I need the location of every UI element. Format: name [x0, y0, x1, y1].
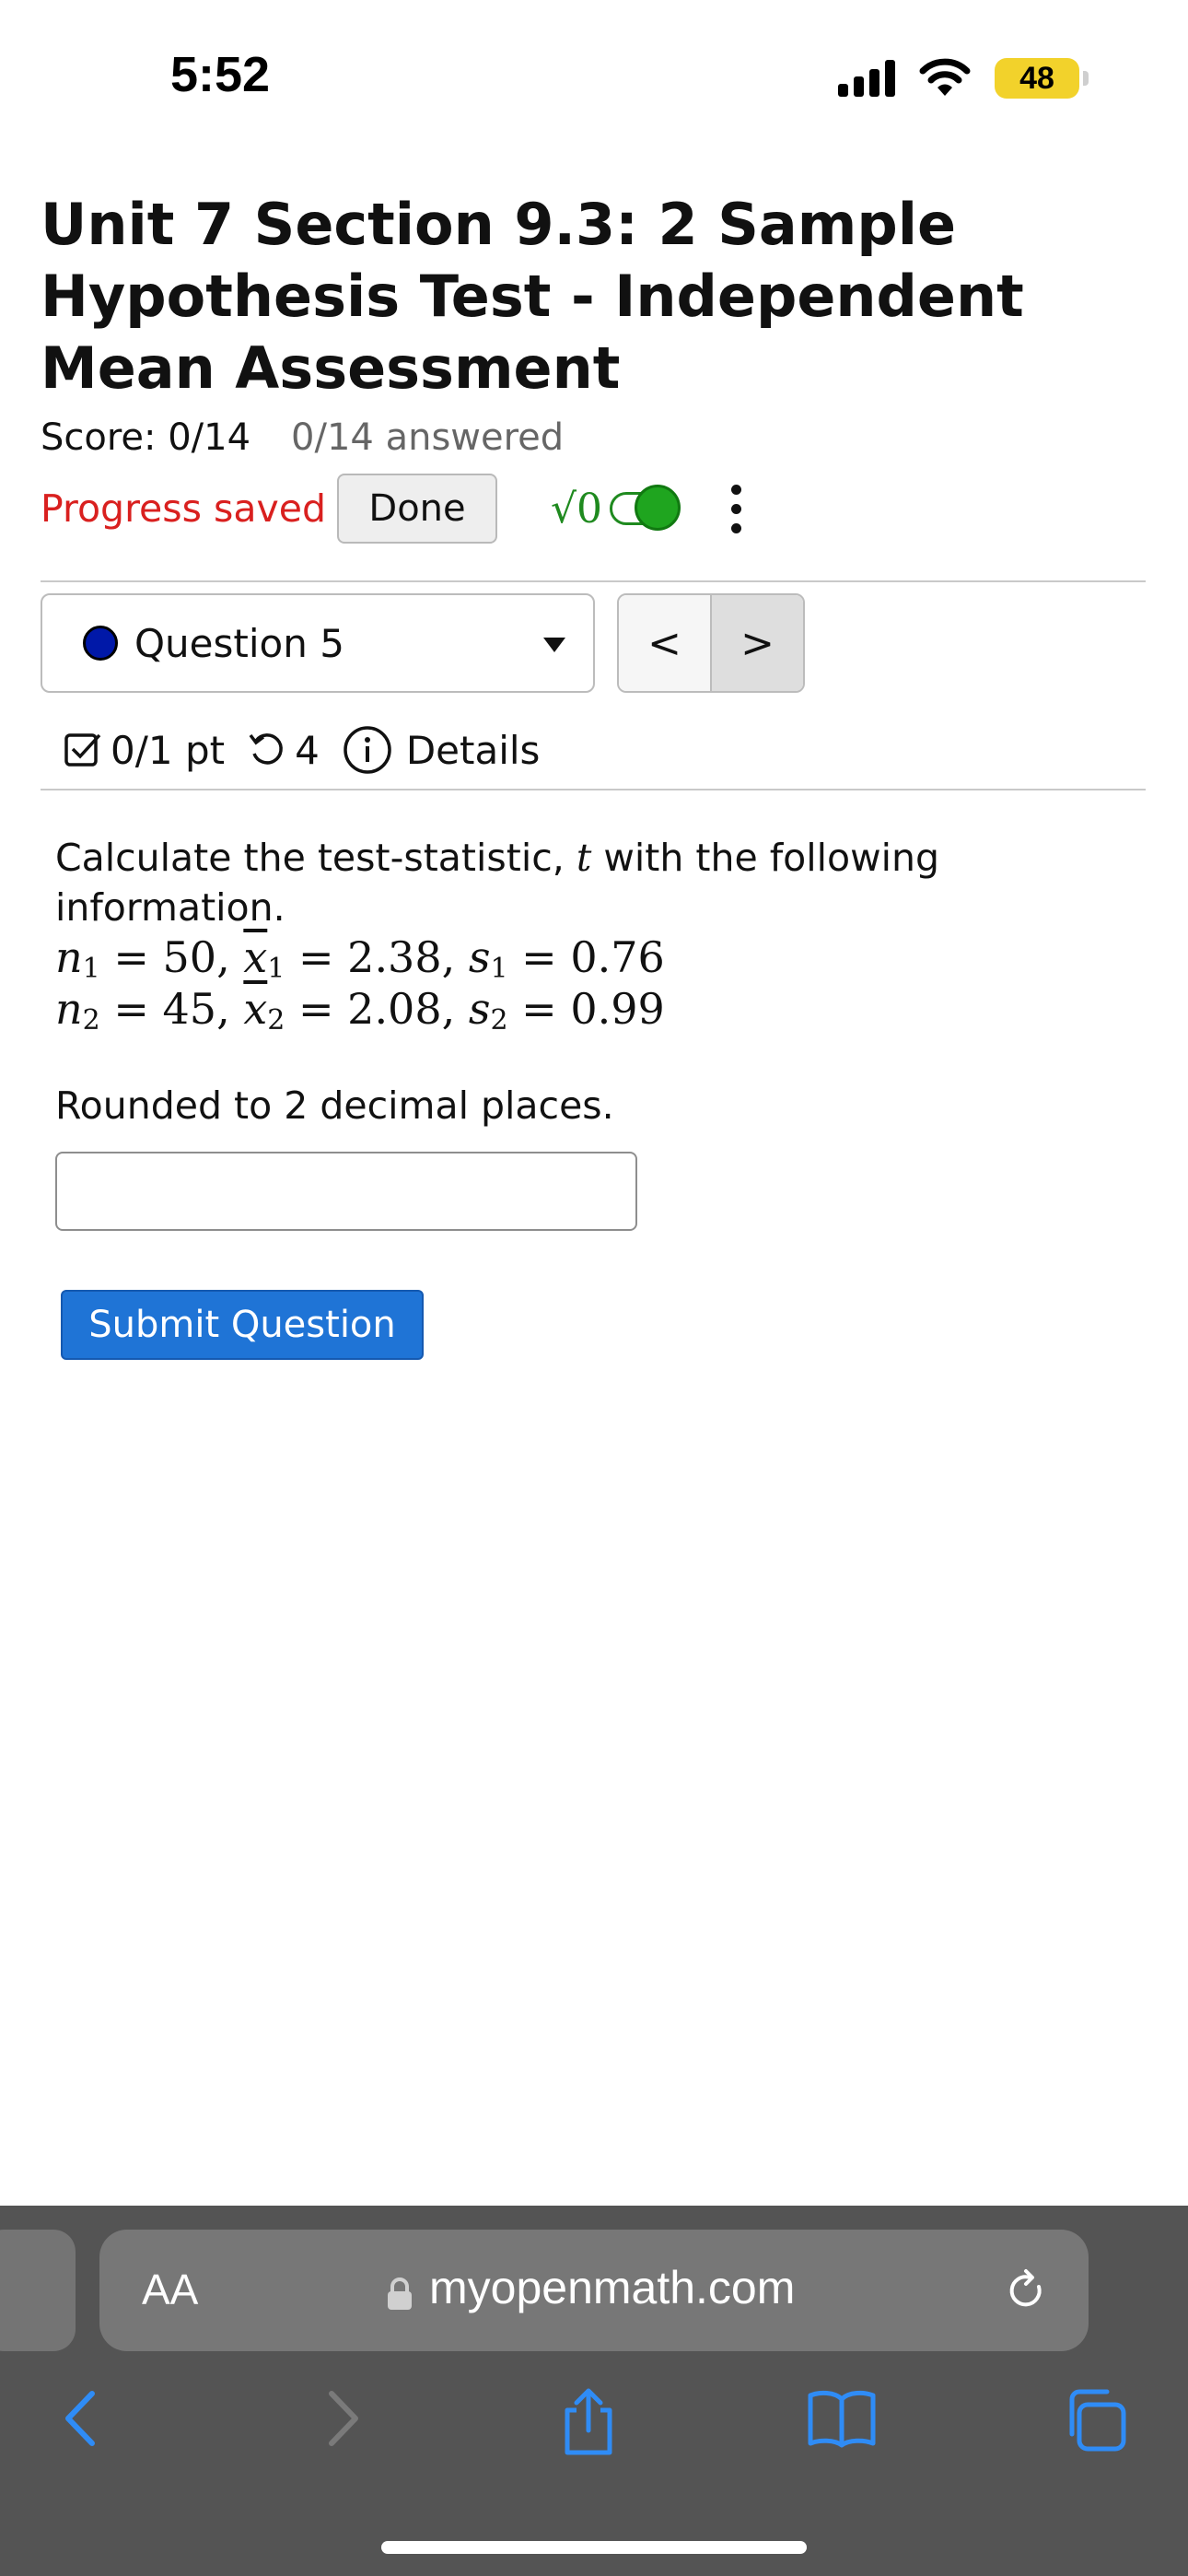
back-icon[interactable]: [55, 2386, 111, 2451]
assessment-title: Unit 7 Section 9.3: 2 Sample Hypothesis …: [41, 191, 1024, 402]
question-nav-buttons: < >: [617, 593, 805, 693]
toggle-knob: [635, 485, 681, 531]
retry-icon: [249, 733, 283, 765]
submit-question-button[interactable]: Submit Question: [61, 1290, 424, 1360]
browser-bottom-bar: AA myopenmath.com: [0, 2206, 1188, 2576]
wifi-icon: [919, 58, 971, 96]
answered-count: 0/14 answered: [291, 416, 565, 459]
caret-down-icon: [543, 638, 565, 652]
given-values-line-2: n2 = 45, x2 = 2.08, s2 = 0.99: [55, 984, 665, 1036]
previous-tab-preview[interactable]: [0, 2230, 76, 2351]
status-time: 5:52: [170, 47, 271, 102]
home-indicator: [381, 2541, 807, 2554]
info-icon[interactable]: [342, 724, 393, 776]
rounding-instruction: Rounded to 2 decimal places.: [55, 1083, 614, 1128]
question-prompt: Calculate the test-statistic, t with the…: [55, 836, 940, 930]
text-size-button[interactable]: AA: [142, 2265, 198, 2314]
done-button[interactable]: Done: [337, 474, 498, 544]
details-link[interactable]: Details: [406, 728, 541, 773]
toggle-switch[interactable]: [610, 485, 681, 531]
share-icon[interactable]: [556, 2386, 621, 2460]
cellular-signal-icon: [838, 60, 895, 97]
sqrt-icon: √0: [551, 485, 603, 533]
status-indicators: 48: [838, 55, 1089, 101]
battery-indicator: 48: [995, 58, 1089, 99]
answer-input[interactable]: [55, 1152, 637, 1231]
url-text[interactable]: myopenmath.com: [429, 2261, 795, 2314]
reload-icon[interactable]: [1002, 2266, 1050, 2314]
progress-saved-text: Progress saved: [41, 486, 327, 531]
score-row: Score: 0/14 0/14 answered: [41, 416, 564, 459]
checkbox-icon: [64, 733, 101, 767]
battery-level: 48: [1019, 60, 1054, 96]
question-select-label: Question 5: [134, 620, 344, 666]
question-info-row: 0/1 pt 4 Details: [63, 720, 540, 779]
divider: [41, 789, 1146, 790]
divider: [41, 580, 1146, 582]
math-entry-toggle[interactable]: √0: [551, 485, 681, 533]
previous-question-button[interactable]: <: [619, 595, 712, 691]
given-values-line-1: n1 = 50, x1 = 2.38, s1 = 0.76: [55, 932, 665, 985]
next-question-button[interactable]: >: [712, 595, 803, 691]
bookmarks-icon[interactable]: [807, 2386, 877, 2451]
more-options-icon[interactable]: [731, 484, 742, 533]
question-select[interactable]: Question 5: [41, 593, 595, 693]
forward-icon: [329, 2391, 358, 2446]
points-text: 0/1 pt: [111, 727, 226, 773]
score-text: Score: 0/14: [41, 416, 251, 459]
address-bar[interactable]: AA myopenmath.com: [99, 2230, 1089, 2351]
lock-icon: [388, 2277, 412, 2310]
battery-cap: [1083, 71, 1089, 86]
progress-row: Progress saved Done √0: [41, 474, 742, 544]
question-status-dot: [83, 626, 118, 661]
variable-t: t: [576, 836, 592, 880]
tabs-icon[interactable]: [1061, 2386, 1129, 2454]
attempts-text: 4: [295, 727, 320, 773]
